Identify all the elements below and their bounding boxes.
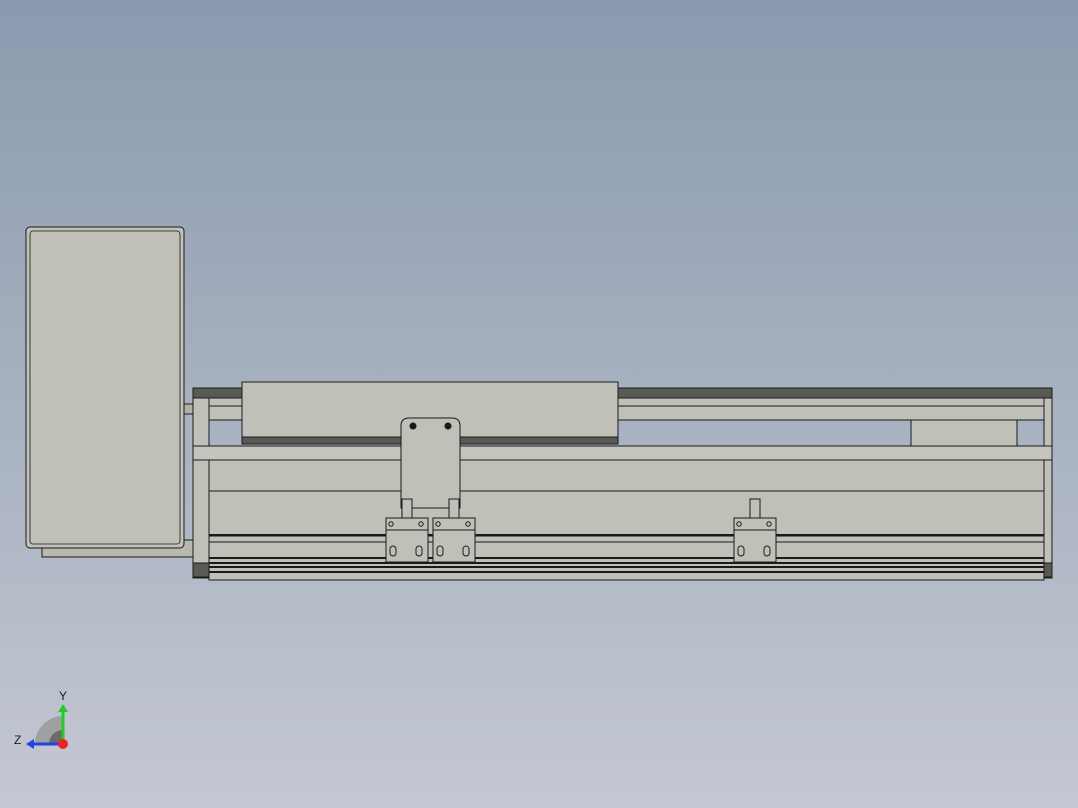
cad-viewport[interactable]: Y Z — [0, 0, 1078, 808]
left-end-cap — [192, 387, 210, 579]
triad-y-label: Y — [59, 689, 67, 703]
profile-upper-band — [192, 445, 1053, 461]
bottom-right-dark-block — [1043, 562, 1053, 578]
sensor-block — [910, 419, 1018, 447]
motor-housing[interactable] — [25, 226, 195, 558]
triad-x-axis-dot — [58, 739, 68, 749]
bracket-screw-hole-left — [409, 422, 417, 430]
right-end-cap — [1043, 387, 1053, 579]
motor-body — [25, 226, 185, 549]
triad-z-label: Z — [14, 733, 21, 747]
profile-main — [208, 459, 1045, 537]
mounting-bracket — [400, 417, 461, 509]
bottom-left-dark-block — [192, 562, 210, 578]
bracket-screw-hole-right — [444, 422, 452, 430]
